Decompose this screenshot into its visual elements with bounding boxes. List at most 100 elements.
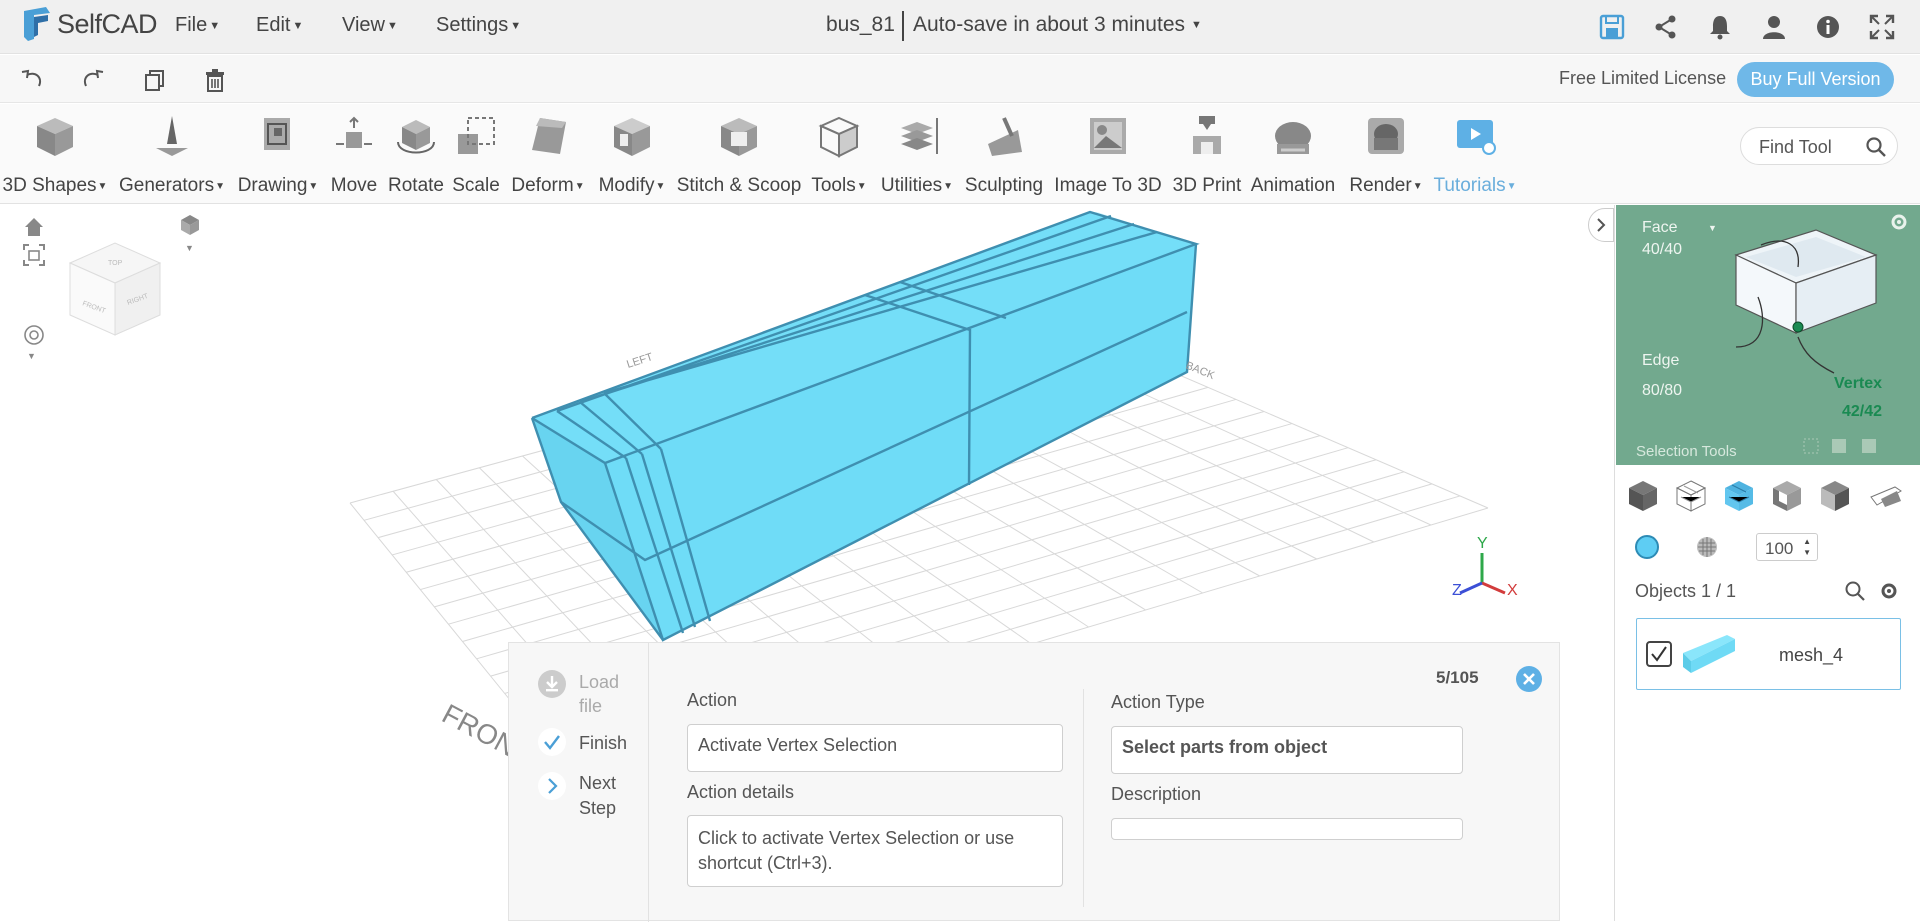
tool-stitch-scoop[interactable]: Stitch & Scoop: [677, 104, 801, 204]
xray-view-icon[interactable]: [1769, 477, 1805, 513]
tool-utilities[interactable]: Utilities▼: [867, 104, 967, 204]
tool-label: Animation: [1251, 175, 1336, 197]
tool-label: Generators▼: [119, 175, 225, 197]
bell-icon[interactable]: [1706, 13, 1734, 41]
section-view-icon[interactable]: [1867, 477, 1903, 513]
view-menu[interactable]: View ▼: [342, 14, 398, 37]
tool-ribbon: 3D Shapes▼ Generators▼ Drawing▼ Move Rotate S…: [0, 104, 1920, 204]
autosave-text: Auto-save in about 3 minutes: [913, 13, 1185, 36]
tool-image-to-3d[interactable]: Image To 3D: [1054, 104, 1162, 204]
object-visibility-checkbox[interactable]: [1646, 641, 1672, 667]
user-icon[interactable]: [1760, 13, 1788, 41]
undo-icon[interactable]: [19, 67, 45, 93]
tool-modify[interactable]: Modify▼: [582, 104, 682, 204]
file-menu[interactable]: File ▼: [175, 14, 220, 37]
selfcad-logo[interactable]: SelfCAD: [20, 5, 158, 43]
trash-icon[interactable]: [202, 67, 228, 93]
tools-icon: [818, 116, 860, 158]
tutorial-step-panel: Load file Finish Next Step Action Activa…: [508, 642, 1560, 922]
gear-icon[interactable]: [1878, 580, 1900, 602]
edge-count: 80/80: [1642, 382, 1683, 399]
tool-tutorials[interactable]: Tutorials▼: [1425, 104, 1525, 204]
edge-mode-label[interactable]: Edge: [1642, 352, 1679, 370]
tool-label-text: Render: [1349, 175, 1412, 196]
chevron-down-icon[interactable]: ▼: [27, 351, 36, 361]
save-icon[interactable]: [1598, 13, 1626, 41]
chevron-down-icon: ▼: [1506, 181, 1517, 192]
face-mode-label[interactable]: Face: [1642, 219, 1678, 237]
edit-menu[interactable]: Edit ▼: [256, 14, 303, 37]
tool-3d-print[interactable]: 3D Print: [1157, 104, 1257, 204]
find-tool-search[interactable]: Find Tool: [1740, 127, 1898, 165]
tool-sculpting[interactable]: Sculpting: [954, 104, 1054, 204]
info-icon[interactable]: [1814, 13, 1842, 41]
tutorial-progress: 5/105: [1436, 668, 1479, 687]
view-menu-label: View: [342, 14, 385, 36]
redo-icon[interactable]: [80, 67, 106, 93]
search-icon[interactable]: [1844, 580, 1866, 602]
tool-label: Image To 3D: [1054, 175, 1161, 197]
copy-icon[interactable]: [141, 67, 167, 93]
tool-label-text: Modify: [598, 175, 655, 196]
tool-animation[interactable]: Animation: [1243, 104, 1343, 204]
opacity-stepper[interactable]: 100 ▲ ▼: [1756, 533, 1818, 561]
solid-view-icon[interactable]: [1625, 477, 1661, 513]
action-details-field: Click to activate Vertex Selection or us…: [687, 815, 1063, 887]
settings-menu-label: Settings: [436, 14, 509, 36]
close-icon[interactable]: [1515, 665, 1543, 693]
object-color-swatch[interactable]: [1635, 535, 1659, 559]
tool-3d-shapes[interactable]: 3D Shapes▼: [3, 104, 108, 204]
search-icon[interactable]: [1865, 136, 1887, 158]
generator-icon: [156, 116, 188, 156]
tool-label-text: Sculpting: [964, 175, 1044, 196]
license-text: Free Limited License: [1559, 68, 1727, 88]
document-title[interactable]: bus_81: [826, 13, 895, 37]
tool-label-text: Image To 3D: [1054, 175, 1162, 196]
chevron-right-icon[interactable]: [537, 771, 567, 801]
half-view-icon[interactable]: [1817, 477, 1853, 513]
cube-icon: [37, 118, 73, 156]
camera-perspective-icon[interactable]: [177, 212, 203, 238]
gear-icon[interactable]: [1888, 211, 1910, 233]
collapse-panel-button[interactable]: [1588, 208, 1614, 242]
navigation-cube[interactable]: TOP FRONT RIGHT: [60, 235, 170, 345]
deform-icon: [532, 118, 566, 154]
tool-label-text: Tools: [811, 175, 856, 196]
fit-view-icon[interactable]: [22, 243, 46, 267]
wireframe-view-icon[interactable]: [1673, 477, 1709, 513]
chevron-down-icon[interactable]: ▼: [185, 243, 194, 253]
ground-label-left: LEFT: [625, 351, 655, 371]
orbit-icon[interactable]: [22, 323, 46, 347]
selection-mode-icons[interactable]: [1802, 435, 1902, 457]
tool-generators[interactable]: Generators▼: [119, 104, 225, 204]
chevron-down-icon: ▼: [97, 181, 108, 192]
edit-menu-label: Edit: [256, 14, 291, 36]
check-icon: [538, 728, 566, 756]
buy-full-version-button[interactable]: Buy Full Version: [1737, 62, 1894, 97]
share-icon[interactable]: [1652, 13, 1680, 41]
chevron-down-icon: ▼: [1191, 19, 1202, 31]
tool-label-text: Tutorials: [1433, 175, 1506, 196]
mesh-object[interactable]: [530, 210, 1200, 642]
settings-menu[interactable]: Settings ▼: [436, 14, 521, 37]
step-next-step[interactable]: Next Step: [579, 771, 633, 821]
home-view-icon[interactable]: [22, 215, 46, 239]
image-to-3d-icon: [1090, 118, 1126, 154]
download-icon: [538, 670, 566, 698]
nav-cube-top-label: TOP: [108, 260, 123, 267]
tool-label: Utilities▼: [881, 175, 953, 197]
step-finish[interactable]: Finish: [579, 733, 627, 754]
tool-render[interactable]: Render▼: [1336, 104, 1436, 204]
chevron-down-icon: ▼: [215, 181, 225, 192]
object-thumbnail: [1683, 635, 1735, 673]
axis-y-label: Y: [1477, 535, 1488, 552]
tool-label-text: Generators: [119, 175, 215, 196]
object-list-item[interactable]: mesh_4: [1636, 618, 1901, 690]
fullscreen-icon[interactable]: [1868, 13, 1896, 41]
tool-label: Deform▼: [511, 175, 584, 197]
action-field: Activate Vertex Selection: [687, 724, 1063, 772]
autosave-status[interactable]: Auto-save in about 3 minutes ▼: [913, 13, 1202, 37]
material-texture-icon[interactable]: [1695, 535, 1719, 559]
solid-wireframe-view-icon[interactable]: [1721, 477, 1757, 513]
stepper-arrows-icon[interactable]: ▲ ▼: [1803, 536, 1811, 558]
